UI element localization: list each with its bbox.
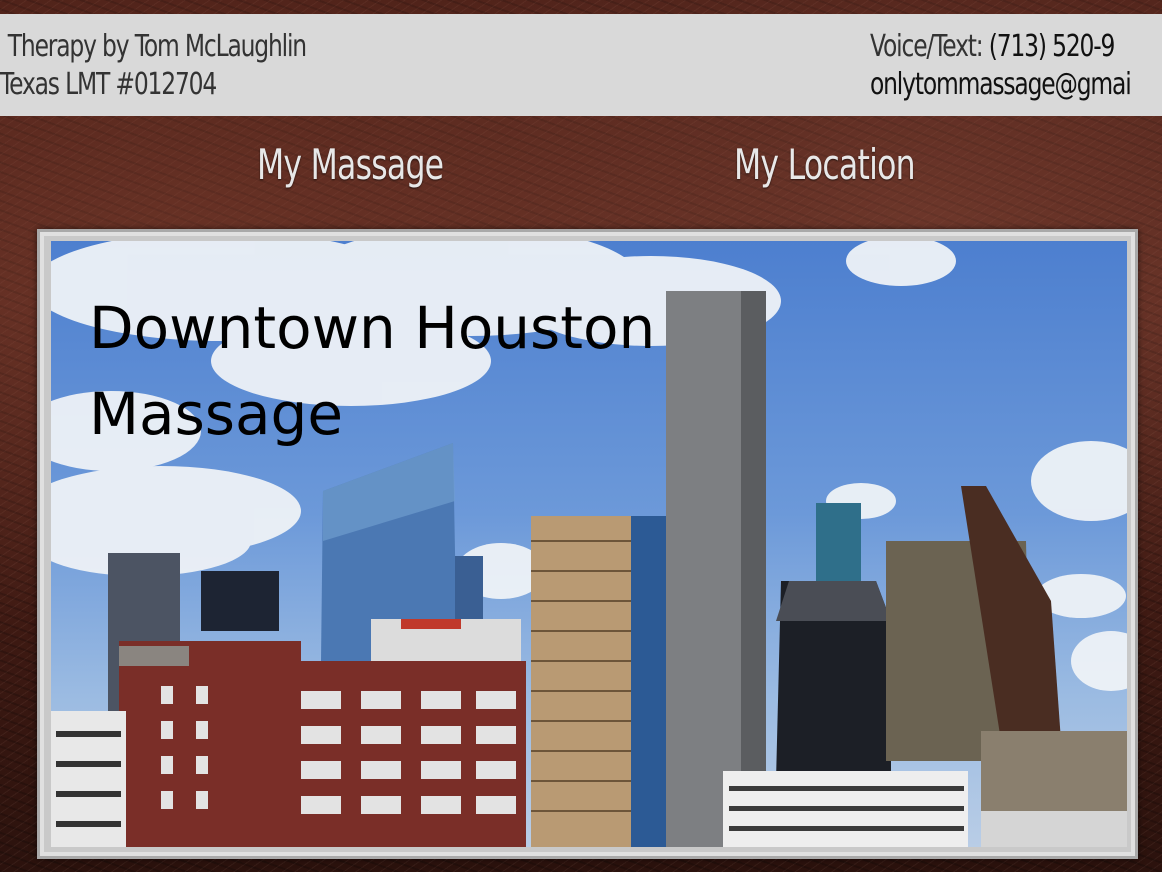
brand-block: Therapy by Tom McLaughlin Texas LMT #012…: [0, 28, 307, 104]
nav-my-massage[interactable]: My Massage: [257, 140, 444, 189]
tower-left-dark: [201, 571, 279, 631]
tower-tan: [531, 516, 631, 847]
email-link[interactable]: onlytommassage@gmai: [870, 66, 1132, 104]
phone-link[interactable]: (713) 520-9: [989, 29, 1116, 64]
license-number: Texas LMT #012704: [0, 67, 217, 102]
phone-prefix: Voice/Text:: [870, 29, 989, 64]
hero-frame: Downtown Houston Massage: [37, 229, 1138, 859]
hero-image: Downtown Houston Massage: [51, 241, 1127, 847]
hero-title-line2: Massage: [89, 380, 344, 448]
hero-title: Downtown Houston Massage: [89, 285, 655, 457]
hero-title-line1: Downtown Houston: [89, 294, 656, 362]
phone-line: Voice/Text: (713) 520-9: [870, 28, 1131, 66]
contact-block: Voice/Text: (713) 520-9 onlytommassage@g…: [870, 28, 1132, 104]
nav-my-location[interactable]: My Location: [734, 140, 916, 189]
header-bar: Therapy by Tom McLaughlin Texas LMT #012…: [0, 14, 1162, 116]
brand-title: Therapy by Tom McLaughlin: [7, 29, 307, 64]
